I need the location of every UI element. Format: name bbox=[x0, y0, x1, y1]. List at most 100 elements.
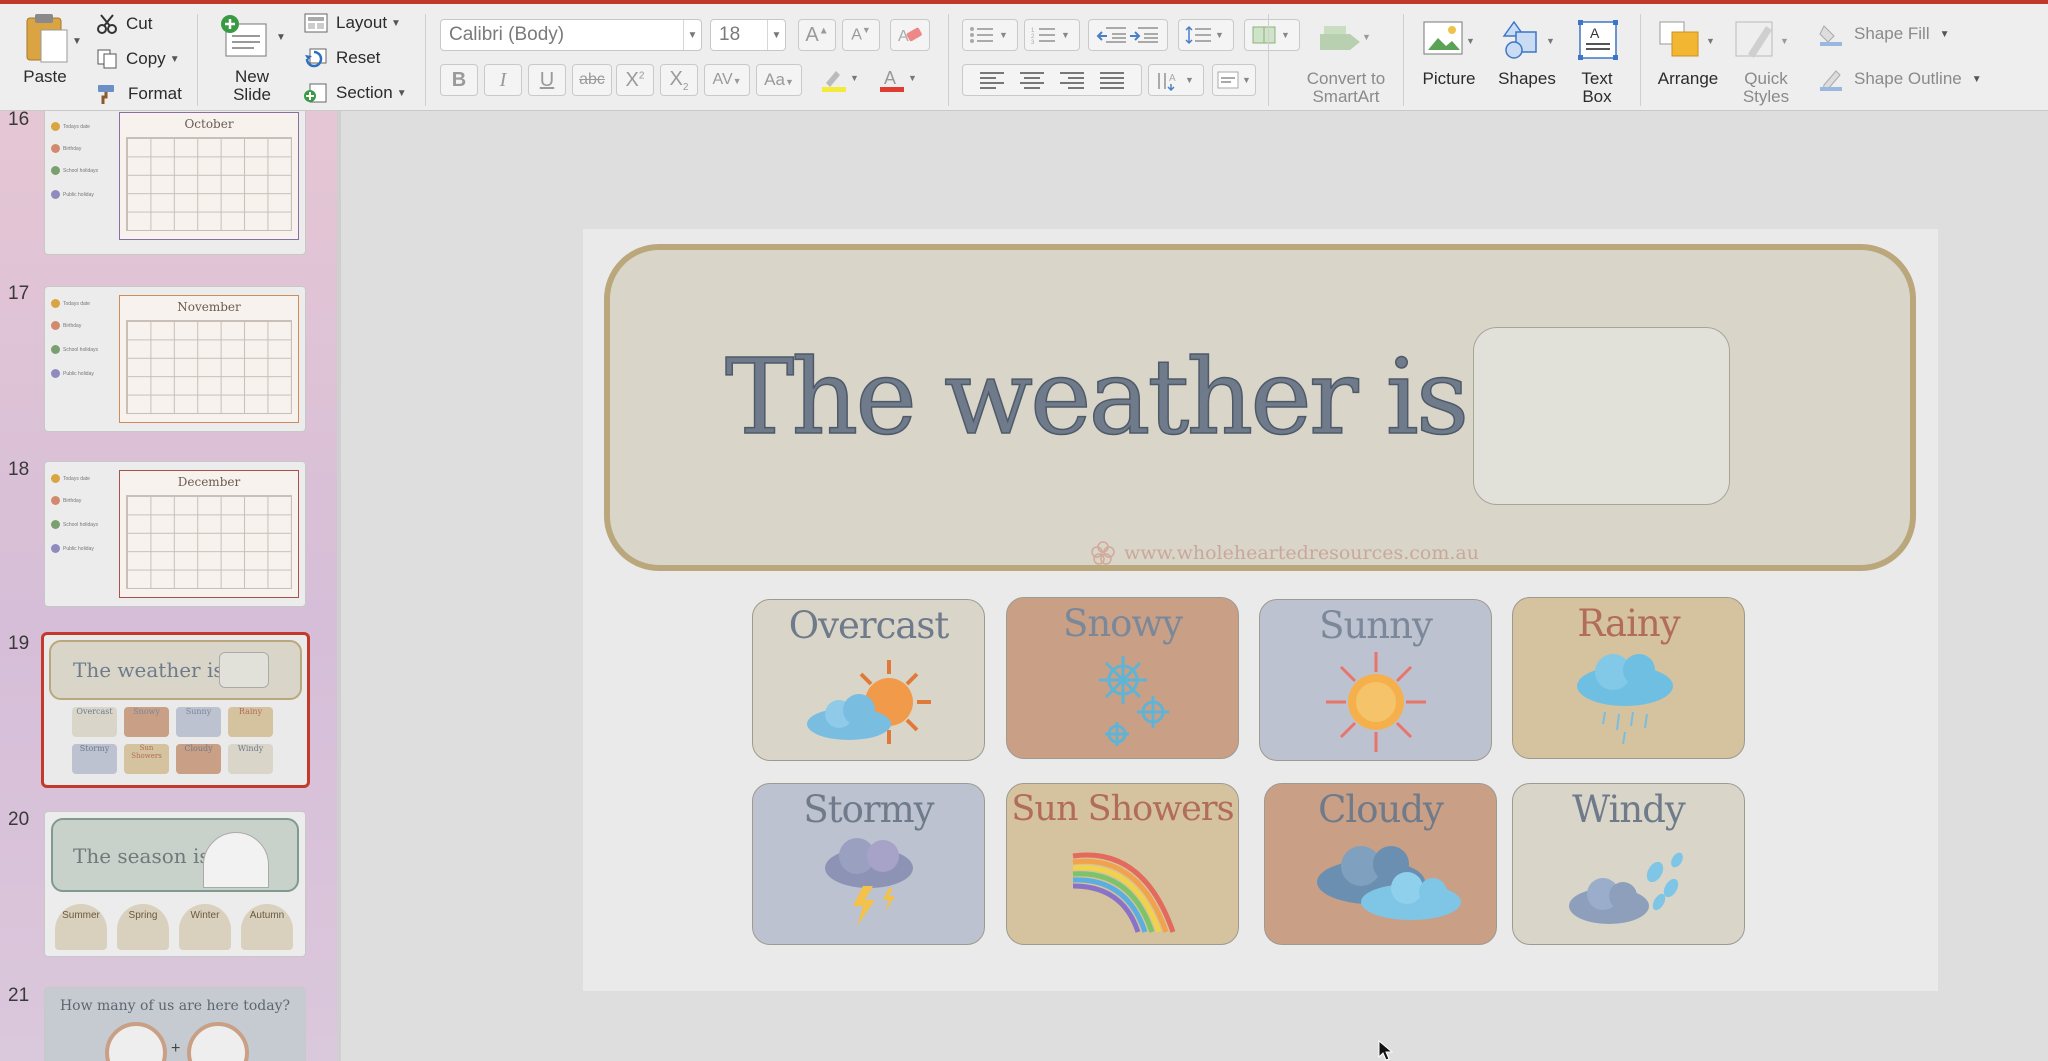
cut-button[interactable]: Cut bbox=[96, 13, 152, 35]
increase-indent-icon[interactable] bbox=[1128, 25, 1160, 45]
line-spacing-button[interactable]: ▼ bbox=[1178, 19, 1234, 51]
picture-label: Picture bbox=[1422, 69, 1476, 88]
sun-icon bbox=[1326, 652, 1426, 752]
thumb-card: Stormy bbox=[72, 744, 117, 774]
bullets-button[interactable]: ▼ bbox=[962, 19, 1018, 51]
font-size-select[interactable]: 18 ▼ bbox=[710, 19, 786, 51]
calendar-thumbnail: November bbox=[119, 295, 299, 423]
svg-text:▼: ▼ bbox=[1185, 75, 1194, 85]
slide-thumbnail-16[interactable]: Todays date Birthday School holidays Pub… bbox=[44, 111, 306, 255]
align-left-icon[interactable] bbox=[972, 70, 1012, 90]
slide-thumbnail-19[interactable]: The weather is Overcast Snowy Sunny Rain… bbox=[41, 632, 310, 788]
picture-button[interactable]: ▼ bbox=[1422, 18, 1478, 62]
copy-dropdown-arrow[interactable]: ▼ bbox=[170, 54, 180, 65]
quick-styles-icon: ▼ bbox=[1735, 21, 1789, 58]
svg-text:3: 3 bbox=[1031, 40, 1035, 45]
layout-button[interactable]: Layout ▼ bbox=[304, 13, 401, 33]
calendar-legend: Todays date Birthday School holidays Pub… bbox=[51, 111, 111, 254]
italic-button[interactable]: I bbox=[484, 64, 522, 96]
bold-button[interactable]: B bbox=[440, 64, 478, 96]
slide-thumbnail-17[interactable]: Todays date Birthday School holidays Pub… bbox=[44, 286, 306, 432]
text-direction-button[interactable]: A ▼ bbox=[1148, 64, 1204, 96]
slide-number: 18 bbox=[8, 459, 30, 480]
thumb-card: Rainy bbox=[228, 707, 273, 737]
character-spacing-button[interactable]: AV▼ bbox=[704, 64, 750, 96]
font-color-button[interactable]: A ▼ bbox=[872, 64, 924, 96]
thumb-card: Cloudy bbox=[176, 744, 221, 774]
weather-card-snowy[interactable]: Snowy bbox=[1006, 597, 1239, 759]
align-center-icon[interactable] bbox=[1012, 70, 1052, 90]
overcast-icon bbox=[807, 660, 931, 744]
slide-thumbnail-20[interactable]: The season is Summer Spring Winter Autum… bbox=[44, 811, 306, 957]
align-text-button[interactable]: ▼ bbox=[1212, 64, 1256, 96]
weather-card-cloudy[interactable]: Cloudy bbox=[1264, 783, 1497, 945]
svg-text:▼: ▼ bbox=[1281, 30, 1290, 40]
decrease-font-icon: A▼ bbox=[851, 25, 871, 44]
card-label: Rainy bbox=[1577, 602, 1680, 645]
justify-icon[interactable] bbox=[1092, 70, 1132, 90]
reset-button[interactable]: Reset bbox=[304, 47, 380, 69]
thumb-season: Winter bbox=[179, 904, 231, 950]
slide-title[interactable]: The weather is bbox=[724, 344, 1470, 450]
new-slide-button[interactable]: ▼ bbox=[218, 14, 286, 60]
section-dropdown-arrow: ▼ bbox=[396, 87, 407, 99]
subscript-button[interactable]: X2 bbox=[660, 64, 698, 96]
section-button[interactable]: Section ▼ bbox=[304, 82, 407, 104]
paste-dropdown-arrow[interactable]: ▼ bbox=[72, 36, 82, 47]
snowflake-icon bbox=[1099, 656, 1169, 746]
separator bbox=[425, 14, 426, 106]
thumb-season-cards: Summer Spring Winter Autumn bbox=[55, 904, 295, 950]
new-slide-dropdown-arrow[interactable]: ▼ bbox=[276, 32, 286, 43]
shape-outline-button[interactable]: Shape Outline ▼ bbox=[1818, 67, 1982, 91]
font-family-select[interactable]: Calibri (Body) ▼ bbox=[440, 19, 702, 51]
card-label: Windy bbox=[1572, 788, 1686, 831]
slide-thumbnail-21[interactable]: How many of us are here today? + bbox=[44, 987, 306, 1061]
underline-button[interactable]: U bbox=[528, 64, 566, 96]
thumb-card: Sun Showers bbox=[124, 744, 169, 774]
increase-font-icon: A▲ bbox=[805, 23, 829, 46]
text-box-button[interactable]: A bbox=[1576, 18, 1620, 62]
pencil-icon bbox=[1820, 70, 1842, 91]
strikethrough-button[interactable]: abc bbox=[572, 64, 612, 96]
convert-smartart-button[interactable]: ▼ bbox=[1310, 22, 1372, 62]
bold-icon: B bbox=[451, 68, 467, 91]
superscript-button[interactable]: X2 bbox=[616, 64, 654, 96]
weather-card-sunny[interactable]: Sunny bbox=[1259, 599, 1492, 761]
format-label: Format bbox=[128, 84, 182, 103]
columns-button[interactable]: ▼ bbox=[1244, 19, 1300, 51]
numbering-button[interactable]: 1 2 3 ▼ bbox=[1024, 19, 1080, 51]
quick-styles-button[interactable]: ▼ bbox=[1734, 18, 1794, 62]
svg-text:▼: ▼ bbox=[1780, 36, 1789, 46]
increase-font-size-button[interactable]: A▲ bbox=[798, 19, 836, 51]
decrease-indent-icon[interactable] bbox=[1096, 25, 1128, 45]
paste-button[interactable] bbox=[14, 12, 80, 102]
weather-card-rainy[interactable]: Rainy bbox=[1512, 597, 1745, 759]
slide-thumbnail-panel[interactable]: 16 Todays date Birthday School holidays … bbox=[0, 111, 337, 1061]
shape-fill-button[interactable]: Shape Fill ▼ bbox=[1818, 22, 1950, 46]
thumb-season: Autumn bbox=[241, 904, 293, 950]
clear-formatting-button[interactable]: A bbox=[890, 19, 930, 51]
align-right-icon[interactable] bbox=[1052, 70, 1092, 90]
format-painter-button[interactable]: Format bbox=[96, 83, 182, 105]
svg-text:▼: ▼ bbox=[850, 73, 859, 83]
copy-icon bbox=[97, 49, 117, 69]
highlight-color-button[interactable]: ▼ bbox=[814, 64, 866, 96]
strikethrough-icon: abc bbox=[579, 71, 605, 88]
copy-button[interactable]: Copy ▼ bbox=[96, 48, 180, 70]
shapes-label: Shapes bbox=[1498, 69, 1556, 88]
layout-dropdown-arrow: ▼ bbox=[391, 17, 401, 29]
card-label: Overcast bbox=[788, 604, 949, 647]
thumb-card-grid: Overcast Snowy Sunny Rainy Stormy Sun Sh… bbox=[72, 707, 282, 774]
weather-card-sun-showers[interactable]: Sun Showers bbox=[1006, 783, 1239, 945]
shapes-button[interactable]: ▼ bbox=[1500, 18, 1558, 62]
font-family-dropdown-arrow: ▼ bbox=[683, 20, 701, 50]
weather-placeholder-box[interactable] bbox=[1473, 327, 1730, 505]
weather-card-windy[interactable]: Windy bbox=[1512, 783, 1745, 945]
arrange-button[interactable]: ▼ bbox=[1658, 18, 1718, 62]
change-case-button[interactable]: Aa▼ bbox=[756, 64, 802, 96]
slide-thumbnail-18[interactable]: Todays date Birthday School holidays Pub… bbox=[44, 461, 306, 607]
weather-card-overcast[interactable]: Overcast bbox=[752, 599, 985, 761]
decrease-font-size-button[interactable]: A▼ bbox=[842, 19, 880, 51]
weather-card-stormy[interactable]: Stormy bbox=[752, 783, 985, 945]
picture-icon: ▼ bbox=[1423, 21, 1475, 55]
